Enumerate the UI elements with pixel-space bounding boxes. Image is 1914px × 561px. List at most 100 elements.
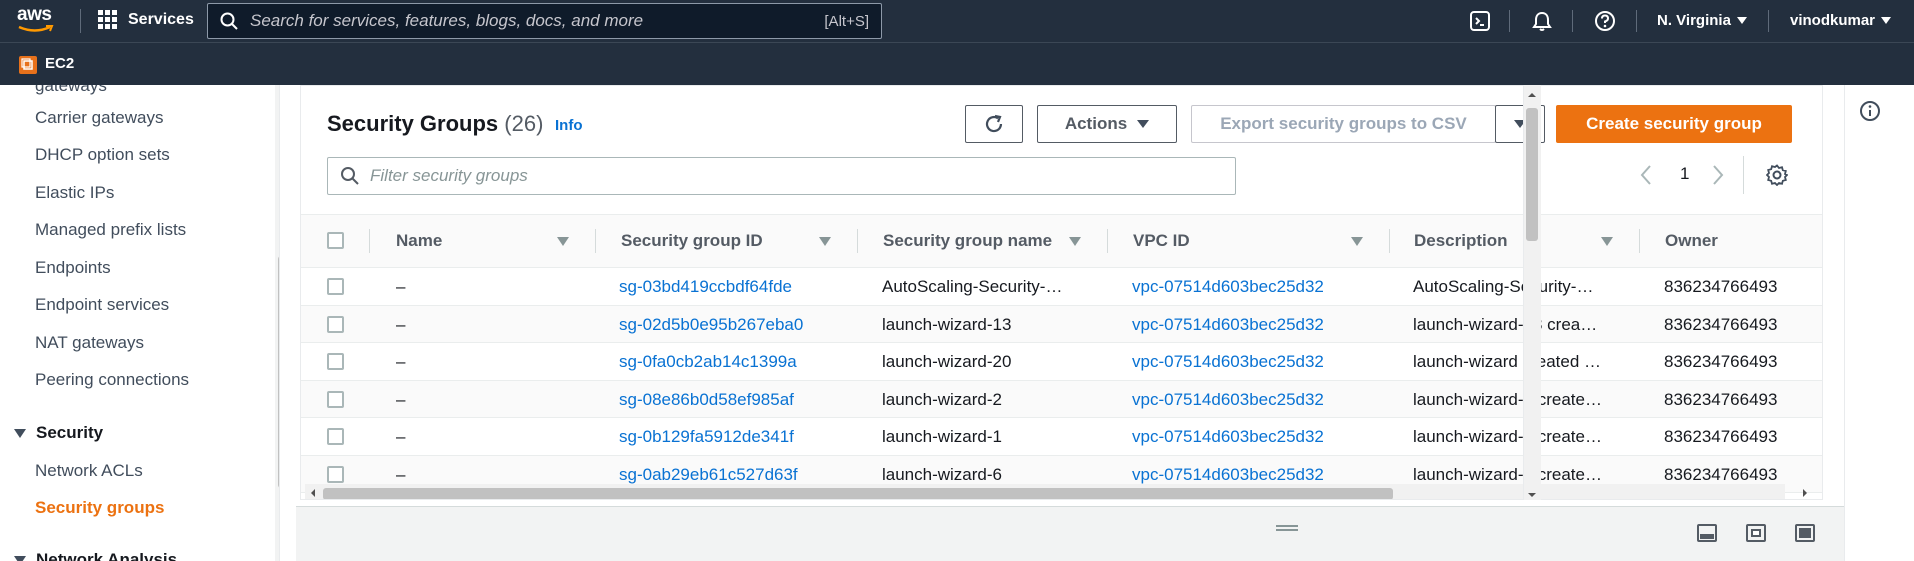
aws-smile-icon <box>18 25 54 32</box>
cell-vpc-id[interactable]: vpc-07514d603bec25d32 <box>1132 390 1324 410</box>
cell-vpc-id[interactable]: vpc-07514d603bec25d32 <box>1132 465 1324 485</box>
column-header-security-group-name[interactable]: Security group name <box>883 231 1052 251</box>
cell-security-group-id[interactable]: sg-0fa0cb2ab14c1399a <box>619 352 797 372</box>
help-icon[interactable] <box>1594 10 1616 32</box>
scroll-down-arrow-icon[interactable] <box>1527 491 1537 499</box>
select-all-checkbox[interactable] <box>327 232 344 249</box>
account-label: vinodkumar <box>1790 12 1876 29</box>
chevron-right-icon[interactable] <box>1711 164 1725 186</box>
region-selector[interactable]: N. Virginia <box>1657 12 1747 29</box>
cell-description: launch-wizard-6 create… <box>1413 464 1602 484</box>
row-checkbox[interactable] <box>327 278 344 295</box>
sidebar-item-network-acls[interactable]: Network ACLs <box>35 461 143 481</box>
table-row[interactable]: – sg-03bd419ccbdf64fde AutoScaling-Secur… <box>301 268 1822 306</box>
column-header-owner[interactable]: Owner <box>1665 231 1718 251</box>
cell-vpc-id[interactable]: vpc-07514d603bec25d32 <box>1132 315 1324 335</box>
bell-icon[interactable] <box>1531 10 1553 32</box>
drag-handle-icon[interactable] <box>1276 525 1298 531</box>
sidebar-item-gateways[interactable]: gateways <box>35 85 107 96</box>
column-divider <box>1639 229 1640 253</box>
aws-logo[interactable]: aws <box>17 4 57 34</box>
sidebar-section-label: Network Analysis <box>36 550 178 561</box>
split-side-icon[interactable] <box>1746 524 1766 542</box>
sort-icon[interactable] <box>1351 237 1363 246</box>
filter-input[interactable] <box>360 166 1235 186</box>
info-icon[interactable] <box>1859 100 1881 122</box>
create-security-group-button[interactable]: Create security group <box>1556 105 1792 143</box>
scroll-left-arrow-icon[interactable] <box>309 488 317 498</box>
sidebar-item-endpoints[interactable]: Endpoints <box>35 258 111 278</box>
table-row[interactable]: – sg-0b129fa5912de341f launch-wizard-1 v… <box>301 418 1822 456</box>
cell-security-group-id[interactable]: sg-03bd419ccbdf64fde <box>619 277 792 297</box>
sidebar-item-carrier-gateways[interactable]: Carrier gateways <box>35 108 164 128</box>
sort-icon[interactable] <box>557 237 569 246</box>
account-menu[interactable]: vinodkumar <box>1790 12 1892 29</box>
row-checkbox[interactable] <box>327 315 344 333</box>
ec2-service-icon[interactable] <box>19 56 37 74</box>
split-bottom-icon[interactable] <box>1697 524 1717 542</box>
row-checkbox[interactable] <box>327 390 344 408</box>
filter-security-groups[interactable] <box>327 157 1236 195</box>
row-checkbox[interactable] <box>327 465 344 483</box>
gear-icon[interactable] <box>1766 164 1788 186</box>
table-horizontal-scroll-thumb[interactable] <box>323 488 1393 499</box>
sidebar-item-security-groups[interactable]: Security groups <box>35 498 164 518</box>
page-number[interactable]: 1 <box>1680 164 1689 184</box>
cell-description: AutoScaling-Security-… <box>1413 277 1594 296</box>
sort-icon[interactable] <box>1069 237 1081 246</box>
sidebar-item-nat-gateways[interactable]: NAT gateways <box>35 333 144 353</box>
table-row[interactable]: – sg-0fa0cb2ab14c1399a launch-wizard-20 … <box>301 343 1822 381</box>
split-fullscreen-icon[interactable] <box>1795 524 1815 542</box>
sidebar-item-peering-connections[interactable]: Peering connections <box>35 370 189 390</box>
cell-security-group-id[interactable]: sg-0b129fa5912de341f <box>619 427 794 447</box>
ec2-service-link[interactable]: EC2 <box>45 55 74 72</box>
row-checkbox[interactable] <box>327 353 344 370</box>
cell-vpc-id[interactable]: vpc-07514d603bec25d32 <box>1132 427 1324 447</box>
info-link[interactable]: Info <box>555 117 583 134</box>
global-search-input[interactable] <box>238 11 825 31</box>
column-header-description[interactable]: Description <box>1414 231 1508 251</box>
column-header-security-group-id[interactable]: Security group ID <box>621 231 763 251</box>
services-menu-button[interactable]: Services <box>98 10 194 30</box>
security-groups-panel: Security Groups (26) Info Actions Export… <box>300 85 1823 500</box>
scroll-right-arrow-icon[interactable] <box>1801 488 1809 498</box>
cell-name: – <box>396 314 406 334</box>
cell-description: launch-wizard-2 create… <box>1413 389 1602 409</box>
chevron-left-icon[interactable] <box>1639 164 1653 186</box>
cell-vpc-id[interactable]: vpc-07514d603bec25d32 <box>1132 277 1324 297</box>
sidebar-scroll-thumb[interactable] <box>278 256 279 488</box>
sort-icon[interactable] <box>1601 237 1613 246</box>
sidebar-item-endpoint-services[interactable]: Endpoint services <box>35 295 169 315</box>
global-search[interactable]: [Alt+S] <box>207 3 882 39</box>
region-label: N. Virginia <box>1657 12 1731 29</box>
column-divider <box>857 229 858 253</box>
nav-divider <box>80 9 81 33</box>
cloudshell-icon[interactable] <box>1469 10 1491 32</box>
table-row[interactable]: – sg-02d5b0e95b267eba0 launch-wizard-13 … <box>301 305 1822 343</box>
refresh-button[interactable] <box>965 105 1023 143</box>
cell-security-group-id[interactable]: sg-0ab29eb61c527d63f <box>619 465 798 485</box>
scroll-up-arrow-icon[interactable] <box>279 91 280 98</box>
cell-owner: 836234766493 <box>1664 314 1778 334</box>
sidebar-section-network-analysis[interactable]: Network Analysis <box>14 550 177 561</box>
main-vertical-scroll-thumb[interactable] <box>1526 108 1538 241</box>
cell-description: launch-wizard-13 crea… <box>1413 314 1598 334</box>
cell-name: – <box>396 277 406 296</box>
sidebar-item-dhcp-option-sets[interactable]: DHCP option sets <box>35 145 170 165</box>
actions-button[interactable]: Actions <box>1037 105 1177 143</box>
sidebar-item-managed-prefix-lists[interactable]: Managed prefix lists <box>35 220 186 240</box>
sidebar-section-security[interactable]: Security <box>14 423 103 443</box>
aws-logo-text: aws <box>17 4 52 25</box>
cell-security-group-id[interactable]: sg-08e86b0d58ef985af <box>619 390 794 410</box>
cell-vpc-id[interactable]: vpc-07514d603bec25d32 <box>1132 352 1324 372</box>
cell-security-group-name: launch-wizard-6 <box>882 464 1002 484</box>
sort-icon[interactable] <box>819 237 831 246</box>
row-checkbox[interactable] <box>327 428 344 445</box>
table-row[interactable]: – sg-08e86b0d58ef985af launch-wizard-2 v… <box>301 380 1822 418</box>
column-header-name[interactable]: Name <box>396 231 442 251</box>
sidebar-item-elastic-ips[interactable]: Elastic IPs <box>35 183 114 203</box>
export-csv-button[interactable]: Export security groups to CSV <box>1191 105 1496 143</box>
column-header-vpc-id[interactable]: VPC ID <box>1133 231 1190 251</box>
scroll-up-arrow-icon[interactable] <box>1527 91 1537 99</box>
cell-security-group-id[interactable]: sg-02d5b0e95b267eba0 <box>619 315 803 335</box>
